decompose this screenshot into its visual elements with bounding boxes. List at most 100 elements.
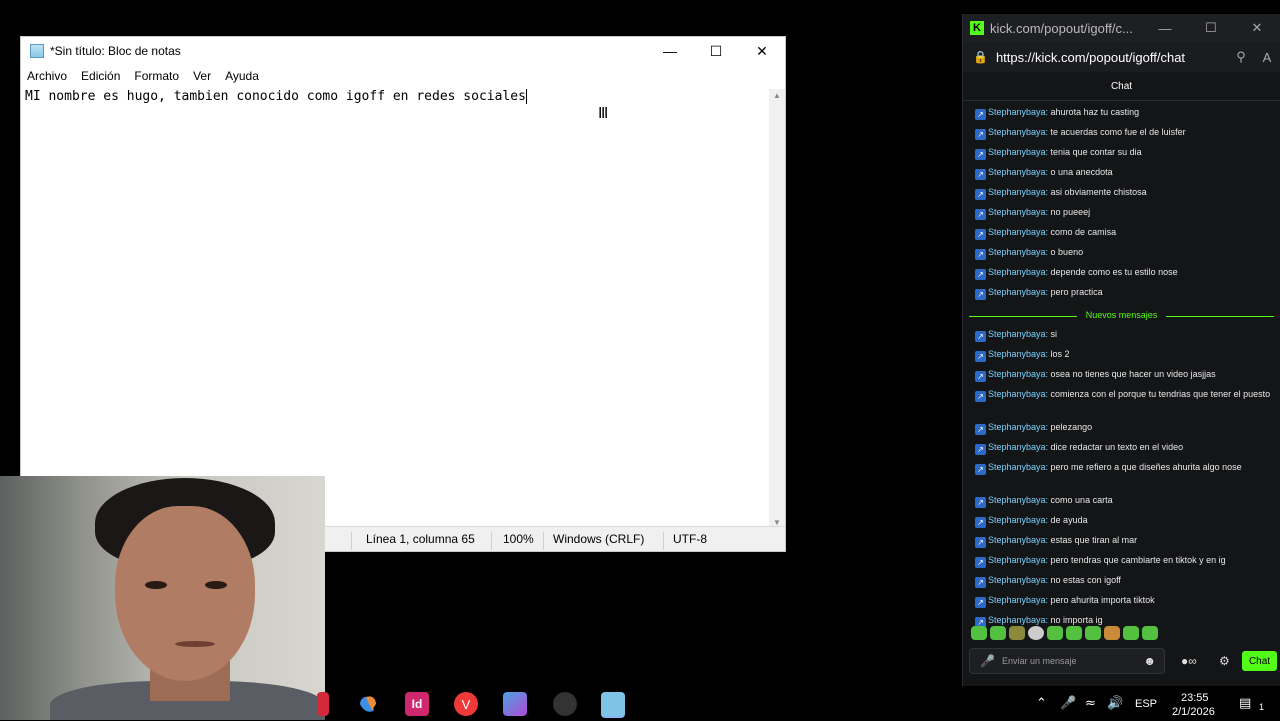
chat-username[interactable]: Stephanybaya: — [988, 615, 1048, 625]
menu-edicion[interactable]: Edición — [81, 69, 120, 83]
subscriber-badge-icon[interactable]: ↗ — [975, 577, 986, 588]
clock-date[interactable]: 2/1/2026 — [1172, 706, 1215, 718]
chat-message-input[interactable]: 🎤 Enviar un mensaje ☻ — [969, 648, 1165, 674]
lock-icon[interactable]: 🔒 — [973, 50, 988, 64]
notifications-icon[interactable]: ▤ — [1239, 696, 1251, 711]
chat-username[interactable]: Stephanybaya: — [988, 575, 1048, 585]
emote-icon[interactable] — [1104, 626, 1120, 640]
indesign-app-icon[interactable]: Id — [405, 692, 429, 716]
read-aloud-icon[interactable]: A — [1254, 50, 1280, 65]
subscriber-badge-icon[interactable]: ↗ — [975, 444, 986, 455]
subscriber-badge-icon[interactable]: ↗ — [975, 189, 986, 200]
subscriber-badge-icon[interactable]: ↗ — [975, 557, 986, 568]
emote-icon[interactable] — [1123, 626, 1139, 640]
minimize-button[interactable]: — — [647, 37, 693, 65]
subscriber-badge-icon[interactable]: ↗ — [975, 109, 986, 120]
scroll-up-icon[interactable]: ▲ — [769, 91, 785, 100]
emote-icon[interactable] — [1085, 626, 1101, 640]
chat-username[interactable]: Stephanybaya: — [988, 462, 1048, 472]
menu-ayuda[interactable]: Ayuda — [225, 69, 259, 83]
copilot-app-icon[interactable] — [356, 692, 380, 716]
subscriber-badge-icon[interactable]: ↗ — [975, 371, 986, 382]
emoji-icon[interactable]: ☻ — [1143, 654, 1156, 668]
chat-username[interactable]: Stephanybaya: — [988, 555, 1048, 565]
chat-username[interactable]: Stephanybaya: — [988, 369, 1048, 379]
chat-username[interactable]: Stephanybaya: — [988, 329, 1048, 339]
kick-close-button[interactable]: ✕ — [1234, 20, 1280, 36]
maximize-button[interactable]: ☐ — [693, 37, 739, 65]
microphone-icon[interactable]: 🎤 — [980, 654, 995, 668]
emote-icon[interactable] — [971, 626, 987, 640]
emote-icon[interactable] — [1142, 626, 1158, 640]
subscriber-badge-icon[interactable]: ↗ — [975, 149, 986, 160]
menu-formato[interactable]: Formato — [134, 69, 179, 83]
language-indicator[interactable]: ESP — [1135, 698, 1157, 710]
subscriber-badge-icon[interactable]: ↗ — [975, 497, 986, 508]
chat-message-text: dice redactar un texto en el video — [1048, 442, 1184, 452]
close-button[interactable]: ✕ — [739, 37, 785, 65]
url-text[interactable]: https://kick.com/popout/igoff/chat — [996, 50, 1228, 65]
send-chat-button[interactable]: Chat — [1242, 651, 1277, 671]
chat-username[interactable]: Stephanybaya: — [988, 247, 1048, 257]
speaker-icon[interactable]: 🔊 — [1107, 696, 1123, 711]
taskbar-app-partial[interactable] — [317, 692, 329, 716]
chat-username[interactable]: Stephanybaya: — [988, 535, 1048, 545]
settings-gear-icon[interactable]: ⚙ — [1219, 654, 1230, 668]
subscriber-badge-icon[interactable]: ↗ — [975, 249, 986, 260]
users-icon[interactable]: ●∞ — [1181, 654, 1197, 668]
chat-username[interactable]: Stephanybaya: — [988, 595, 1048, 605]
chevron-up-icon[interactable]: ⌃ — [1036, 696, 1047, 711]
chat-username[interactable]: Stephanybaya: — [988, 515, 1048, 525]
subscriber-badge-icon[interactable]: ↗ — [975, 169, 986, 180]
chat-username[interactable]: Stephanybaya: — [988, 167, 1048, 177]
chat-username[interactable]: Stephanybaya: — [988, 227, 1048, 237]
vivaldi-app-icon[interactable]: V — [454, 692, 478, 716]
notepad-titlebar[interactable]: *Sin título: Bloc de notas — ☐ ✕ — [21, 37, 785, 65]
address-bar[interactable]: 🔒 https://kick.com/popout/igoff/chat ⚲ A — [963, 42, 1280, 72]
menu-ver[interactable]: Ver — [193, 69, 211, 83]
wifi-icon[interactable]: ≈ — [1085, 696, 1096, 711]
chat-username[interactable]: Stephanybaya: — [988, 147, 1048, 157]
subscriber-badge-icon[interactable]: ↗ — [975, 391, 986, 402]
kick-titlebar[interactable]: K kick.com/popout/igoff/c... — ☐ ✕ — [963, 14, 1280, 42]
chat-username[interactable]: Stephanybaya: — [988, 207, 1048, 217]
emote-icon[interactable] — [1047, 626, 1063, 640]
emote-icon[interactable] — [1028, 626, 1044, 640]
chat-username[interactable]: Stephanybaya: — [988, 187, 1048, 197]
chat-username[interactable]: Stephanybaya: — [988, 495, 1048, 505]
subscriber-badge-icon[interactable]: ↗ — [975, 229, 986, 240]
obs-app-icon[interactable] — [553, 692, 577, 716]
m365-copilot-app-icon[interactable] — [503, 692, 527, 716]
subscriber-badge-icon[interactable]: ↗ — [975, 464, 986, 475]
chat-username[interactable]: Stephanybaya: — [988, 349, 1048, 359]
emote-icon[interactable] — [990, 626, 1006, 640]
subscriber-badge-icon[interactable]: ↗ — [975, 129, 986, 140]
kick-maximize-button[interactable]: ☐ — [1188, 20, 1234, 36]
subscriber-badge-icon[interactable]: ↗ — [975, 289, 986, 300]
menu-archivo[interactable]: Archivo — [27, 69, 67, 83]
chat-username[interactable]: Stephanybaya: — [988, 287, 1048, 297]
zoom-icon[interactable]: ⚲ — [1228, 49, 1254, 65]
subscriber-badge-icon[interactable]: ↗ — [975, 424, 986, 435]
clock-time[interactable]: 23:55 — [1181, 692, 1209, 704]
chat-username[interactable]: Stephanybaya: — [988, 389, 1048, 399]
editor-text-area[interactable]: MI nombre es hugo, tambien conocido como… — [25, 89, 527, 104]
subscriber-badge-icon[interactable]: ↗ — [975, 537, 986, 548]
subscriber-badge-icon[interactable]: ↗ — [975, 269, 986, 280]
subscriber-badge-icon[interactable]: ↗ — [975, 597, 986, 608]
kick-minimize-button[interactable]: — — [1142, 21, 1188, 36]
subscriber-badge-icon[interactable]: ↗ — [975, 517, 986, 528]
subscriber-badge-icon[interactable]: ↗ — [975, 209, 986, 220]
subscriber-badge-icon[interactable]: ↗ — [975, 331, 986, 342]
subscriber-badge-icon[interactable]: ↗ — [975, 351, 986, 362]
vertical-scrollbar[interactable]: ▲ ▼ — [769, 89, 785, 529]
microphone-icon[interactable]: 🎤 — [1060, 696, 1076, 711]
chat-username[interactable]: Stephanybaya: — [988, 422, 1048, 432]
chat-username[interactable]: Stephanybaya: — [988, 267, 1048, 277]
chat-username[interactable]: Stephanybaya: — [988, 127, 1048, 137]
emote-icon[interactable] — [1066, 626, 1082, 640]
notepad-app-icon[interactable] — [601, 692, 625, 718]
emote-icon[interactable] — [1009, 626, 1025, 640]
chat-username[interactable]: Stephanybaya: — [988, 107, 1048, 117]
chat-username[interactable]: Stephanybaya: — [988, 442, 1048, 452]
